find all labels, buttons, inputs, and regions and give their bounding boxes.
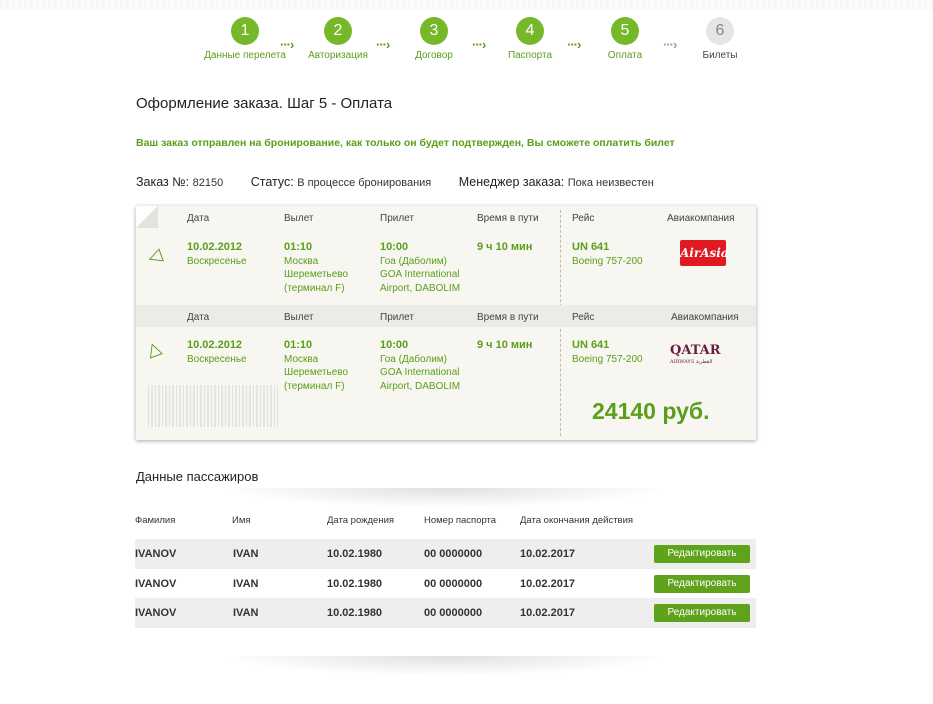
- edit-passenger-button[interactable]: Редактировать: [654, 545, 750, 563]
- page-title: Оформление заказа. Шаг 5 - Оплата: [136, 95, 393, 112]
- cell-passport: 00 0000000: [424, 607, 483, 619]
- header-arrival: Прилет: [380, 312, 414, 323]
- decorative-shadow: [220, 656, 670, 676]
- header-arrival: Прилет: [380, 213, 414, 224]
- step-number: 4: [516, 17, 544, 45]
- col-passport: Номер паспорта: [424, 515, 497, 526]
- header-date: Дата: [187, 213, 210, 224]
- col-expiry: Дата окончания действия: [520, 515, 634, 526]
- segment-duration: 9 ч 10 мин: [477, 339, 533, 351]
- header-departure: Вылет: [284, 312, 314, 323]
- segment-header: Дата Вылет Прилет Время в пути Рейс Авиа…: [136, 305, 756, 327]
- order-manager-label: Менеджер заказа:: [458, 175, 565, 189]
- cell-passport: 00 0000000: [424, 548, 483, 560]
- cell-name: IVAN: [233, 577, 259, 590]
- table-row: IVANOV IVAN 10.02.1980 00 0000000 10.02.…: [135, 598, 756, 628]
- segment-date: 10.02.2012 Воскресенье: [187, 339, 247, 365]
- segment-flight: UN 641 Boeing 757-200: [572, 339, 643, 365]
- header-airline: Авиакомпания: [671, 312, 739, 323]
- step-number: 5: [611, 17, 639, 45]
- cell-expiry: 10.02.2017: [520, 607, 576, 619]
- cell-birth: 10.02.1980: [327, 577, 383, 590]
- step-5[interactable]: 5 Оплата: [575, 17, 675, 61]
- order-number: 82150: [192, 177, 224, 189]
- step-6: 6 Билеты: [670, 17, 770, 61]
- cell-birth: 10.02.1980: [327, 607, 383, 619]
- segment-departure: 01:10 Москва Шереметьево (терминал F): [284, 339, 349, 392]
- qatar-airways-logo: QATAR AIRWAYS القطرية: [670, 343, 721, 365]
- cell-surname: IVANOV: [135, 577, 177, 590]
- flight-segment-outbound: Дата Вылет Прилет Время в пути Рейс Авиа…: [136, 206, 756, 304]
- table-row: IVANOV IVAN 10.02.1980 00 0000000 10.02.…: [135, 539, 756, 569]
- col-name: Имя: [232, 515, 251, 526]
- header-duration: Время в пути: [477, 312, 539, 323]
- header-flight: Рейс: [572, 312, 595, 323]
- header-departure: Вылет: [284, 213, 314, 224]
- order-number-label: Заказ №:: [136, 175, 190, 189]
- cell-name: IVAN: [233, 607, 259, 619]
- checkout-steps: 1 Данные перелета ···› 2 Авторизация ···…: [0, 17, 933, 67]
- passengers-title: Данные пассажиров: [136, 469, 259, 484]
- segment-arrival: 10:00 Гоа (Даболим) GOA International Airpo…: [380, 339, 461, 392]
- header-airline: Авиакомпания: [667, 213, 735, 224]
- header-flight: Рейс: [572, 213, 595, 224]
- step-label: Авторизация: [308, 50, 368, 61]
- table-row: IVANOV IVAN 10.02.1980 00 0000000 10.02.…: [135, 569, 756, 599]
- step-label: Билеты: [702, 50, 738, 61]
- header-duration: Время в пути: [477, 213, 539, 224]
- cell-surname: IVANOV: [135, 607, 177, 619]
- segment-date: 10.02.2012 Воскресенье: [187, 241, 247, 267]
- cell-surname: IVANOV: [135, 548, 177, 560]
- segment-departure: 01:10 Москва Шереметьево (терминал F): [284, 241, 349, 294]
- segment-arrival: 10:00 Гоа (Даболим) GOA International Airpo…: [380, 241, 461, 294]
- col-surname: Фамилия: [135, 515, 176, 526]
- decorative-top-strip: [0, 0, 933, 10]
- airasia-logo: AirAsia: [680, 240, 729, 266]
- cell-expiry: 10.02.2017: [520, 577, 576, 590]
- cell-passport: 00 0000000: [424, 577, 483, 590]
- cell-birth: 10.02.1980: [327, 548, 383, 560]
- segment-header: Дата Вылет Прилет Время в пути Рейс Авиа…: [136, 206, 756, 228]
- step-number: 2: [324, 17, 352, 45]
- order-status: В процессе бронирования: [297, 177, 432, 189]
- passengers-table: Фамилия Имя Дата рождения Номер паспорта…: [135, 510, 756, 628]
- step-label: Договор: [415, 50, 453, 61]
- step-number: 3: [420, 17, 448, 45]
- plane-departure-icon: ◁: [144, 244, 165, 268]
- col-birth: Дата рождения: [327, 515, 395, 526]
- cell-expiry: 10.02.2017: [520, 548, 576, 560]
- step-label: Паспорта: [507, 50, 553, 61]
- total-price: 24140 руб.: [592, 398, 710, 424]
- table-header: Фамилия Имя Дата рождения Номер паспорта…: [135, 510, 756, 532]
- order-info: Заказ №: 82150 Статус: В процессе бронир…: [136, 175, 678, 189]
- flight-segment-return: Дата Вылет Прилет Время в пути Рейс Авиа…: [136, 305, 756, 440]
- order-manager: Пока неизвестен: [567, 177, 654, 189]
- step-number: 6: [706, 17, 734, 45]
- booking-notice: Ваш заказ отправлен на бронирование, как…: [136, 137, 675, 149]
- barcode-graphic: [148, 385, 278, 427]
- plane-return-icon: ◁: [143, 339, 168, 360]
- step-2[interactable]: 2 Авторизация: [288, 17, 388, 61]
- segment-duration: 9 ч 10 мин: [477, 241, 533, 253]
- step-label: Оплата: [607, 50, 643, 61]
- edit-passenger-button[interactable]: Редактировать: [654, 574, 750, 593]
- order-status-label: Статус:: [250, 175, 294, 189]
- step-3[interactable]: 3 Договор: [384, 17, 484, 61]
- flight-ticket-card: Дата Вылет Прилет Время в пути Рейс Авиа…: [136, 206, 756, 440]
- step-number: 1: [231, 17, 259, 45]
- cell-name: IVAN: [233, 548, 259, 560]
- decorative-shadow: [220, 488, 670, 508]
- edit-passenger-button[interactable]: Редактировать: [654, 604, 750, 622]
- step-4[interactable]: 4 Паспорта: [480, 17, 580, 61]
- header-date: Дата: [187, 312, 210, 323]
- segment-flight: UN 641 Boeing 757-200: [572, 241, 643, 267]
